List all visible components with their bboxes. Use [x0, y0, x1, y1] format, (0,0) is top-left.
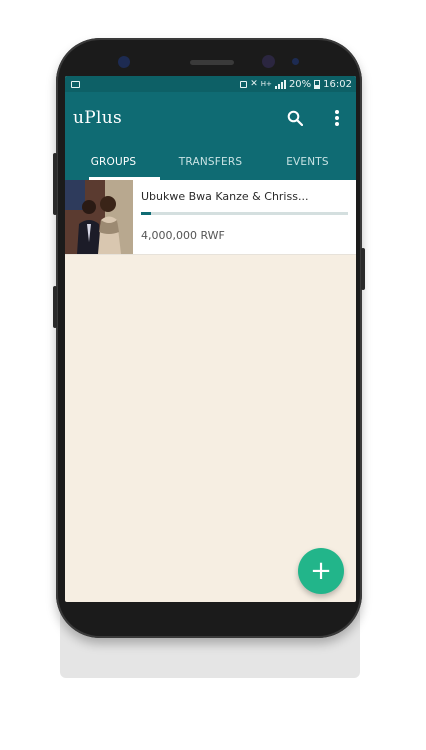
overflow-menu-button[interactable]: [326, 107, 348, 129]
tab-groups[interactable]: GROUPS: [65, 144, 162, 180]
more-vert-icon: [335, 110, 339, 126]
group-progress-bar: [141, 212, 348, 215]
plus-icon: +: [310, 556, 332, 586]
message-notification-icon: [71, 80, 80, 88]
tab-bar: GROUPS TRANSFERS EVENTS: [65, 144, 356, 180]
mute-icon: ✕: [250, 79, 258, 89]
status-time: 16:02: [323, 78, 352, 90]
signal-icon: [274, 79, 286, 89]
app-title: uPlus: [73, 108, 122, 128]
search-icon: [287, 110, 303, 126]
power-button: [361, 248, 365, 290]
volume-button: [53, 153, 57, 215]
tab-transfers[interactable]: TRANSFERS: [162, 144, 259, 180]
status-bar: ✕ H+ 20% 16:02: [65, 76, 356, 92]
proximity-sensor-icon: [292, 58, 299, 65]
network-type: H+: [260, 80, 272, 88]
add-group-button[interactable]: +: [298, 548, 344, 594]
group-photo: [65, 180, 133, 254]
speaker-grille: [190, 60, 234, 65]
group-amount: 4,000,000 RWF: [141, 229, 225, 242]
group-progress-fill: [141, 212, 152, 215]
battery-percent: 20%: [288, 78, 312, 90]
front-sensor-icon: [118, 56, 130, 68]
alarm-icon: [240, 80, 248, 88]
group-card[interactable]: Ubukwe Bwa Kanze & Chriss... 4,000,000 R…: [65, 180, 356, 255]
bixby-button: [53, 286, 57, 328]
search-button[interactable]: [284, 107, 306, 129]
battery-icon: [314, 79, 321, 89]
front-camera-icon: [262, 55, 275, 68]
group-title: Ubukwe Bwa Kanze & Chriss...: [141, 190, 309, 203]
tab-events[interactable]: EVENTS: [259, 144, 356, 180]
app-bar: uPlus: [65, 92, 356, 144]
couple-photo-image: [65, 180, 133, 254]
app-screen: ✕ H+ 20% 16:02 uPlus GROUPS TRANSFERS EV…: [65, 76, 356, 602]
